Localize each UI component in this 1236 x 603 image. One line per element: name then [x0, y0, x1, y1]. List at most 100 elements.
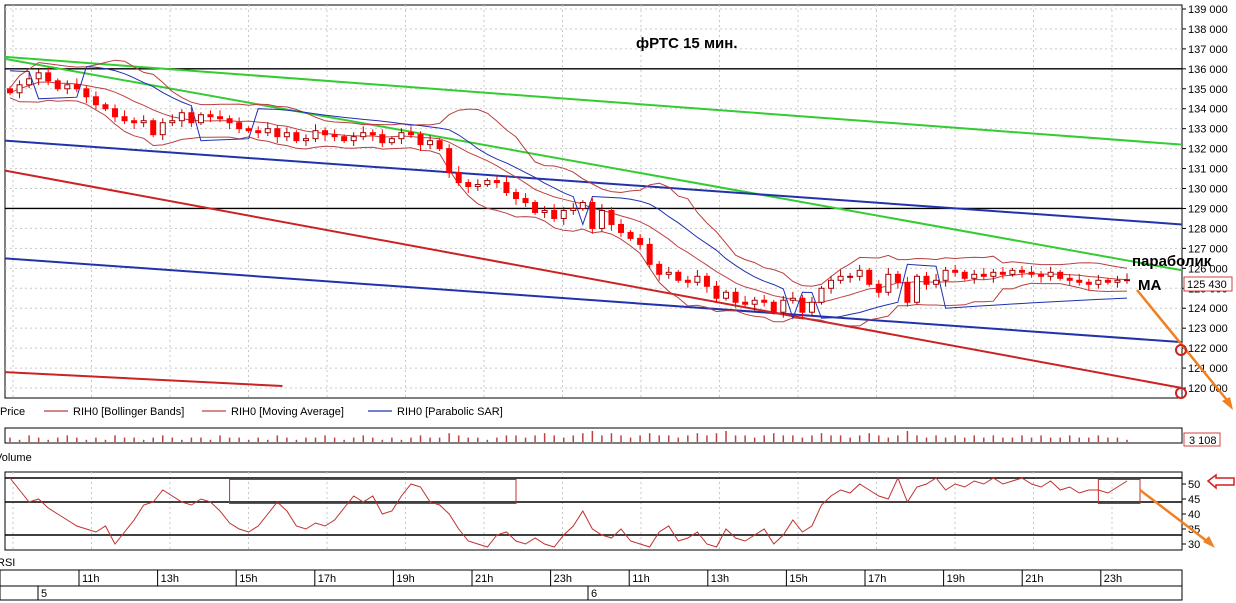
orange-arrowhead-price [1222, 397, 1233, 410]
rsi-panel: 3035404550 RSI [0, 471, 1235, 569]
annotation-parabolik: параболик [1132, 253, 1212, 270]
time-hour-label: 15h [239, 573, 257, 585]
candle-body [1047, 271, 1054, 277]
candle-body [923, 275, 930, 285]
candle-body [302, 138, 309, 142]
candle-body [942, 269, 949, 281]
time-hour-label: 21h [1025, 573, 1043, 585]
candle-body [112, 108, 119, 118]
candle-body [283, 132, 290, 138]
price-y-tick-label: 128 000 [1188, 223, 1228, 235]
candle-body [933, 279, 940, 285]
candle-body [465, 182, 472, 188]
candle-body [952, 269, 959, 273]
candle-body [723, 291, 730, 299]
legend-sar: RIH0 [Parabolic SAR] [397, 406, 503, 418]
candle-body [217, 116, 224, 120]
candle-body [188, 112, 195, 124]
candle-body [455, 172, 462, 184]
candle-body [197, 114, 204, 124]
volume-last-label: 3 108 [1189, 435, 1217, 447]
time-hour-label: 19h [947, 573, 965, 585]
candle-body [484, 180, 491, 186]
price-y-axis: 120 000121 000122 000123 000124 000125 0… [1182, 4, 1228, 395]
candle-body [1018, 269, 1025, 273]
candle-body [150, 120, 157, 136]
candle-body [369, 132, 376, 136]
candle-body [255, 130, 262, 134]
candle-body [1057, 271, 1064, 279]
time-hour-label: 19h [396, 573, 414, 585]
price-y-tick-label: 121 000 [1188, 363, 1228, 375]
legend: Price RIH0 [Bollinger Bands] RIH0 [Movin… [0, 406, 503, 418]
rsi-y-tick-label: 30 [1188, 539, 1200, 551]
candle-body [551, 209, 558, 219]
time-hour-label: 21h [475, 573, 493, 585]
volume-label: Volume [0, 452, 32, 464]
candle-body [522, 198, 529, 203]
candle-body [446, 148, 453, 174]
candle-body [236, 122, 243, 130]
price-y-tick-label: 136 000 [1188, 64, 1228, 76]
price-y-tick-label: 133 000 [1188, 124, 1228, 136]
time-axis: 11h 13h 15h 17h 19h 21h 23h 11h 13h 15h 17h 19h 21h 2… [0, 569, 1183, 601]
candle-body [742, 301, 749, 305]
price-y-tick-label: 137 000 [1188, 44, 1228, 56]
candle-body [64, 84, 71, 90]
candle-body [512, 192, 519, 200]
candle-body [331, 134, 338, 138]
time-day-label: 5 [41, 588, 47, 600]
candle-body [999, 271, 1006, 275]
time-day-label: 6 [591, 588, 597, 600]
candle-body [598, 209, 605, 229]
candle-body [646, 243, 653, 265]
candle-body [656, 263, 663, 275]
candle-body [54, 80, 61, 90]
candle-body [703, 275, 710, 287]
candle-body [990, 271, 997, 277]
candle-body [407, 132, 414, 136]
candle-body [1104, 279, 1111, 283]
left-arrow-icon [1206, 473, 1235, 490]
candle-body [589, 201, 596, 229]
candle-body [761, 299, 768, 303]
candle-body [541, 209, 548, 213]
price-y-tick-label: 122 000 [1188, 343, 1228, 355]
candle-body [1038, 273, 1045, 277]
candle-body [694, 275, 701, 283]
orange-arrowhead-rsi [1203, 536, 1215, 548]
time-hour-label: 23h [554, 573, 572, 585]
candle-body [875, 283, 882, 293]
candle-body [856, 269, 863, 277]
price-plot-frame [4, 4, 1183, 399]
candle-body [350, 136, 357, 142]
price-y-tick-label: 129 000 [1188, 203, 1228, 215]
price-y-tick-label: 124 000 [1188, 303, 1228, 315]
last-price-box: 125 430 [1183, 276, 1233, 292]
candle-body [1009, 269, 1016, 275]
candle-body [474, 184, 481, 188]
candle-body [264, 128, 271, 134]
candle-body [159, 122, 166, 136]
candle-body [1095, 279, 1102, 285]
candle-body [894, 273, 901, 283]
candle-body [828, 279, 835, 289]
candle-body [570, 207, 577, 211]
candle-body [1085, 281, 1092, 285]
candle-body [92, 96, 99, 106]
candle-body [16, 84, 23, 94]
last-price-label: 125 430 [1187, 279, 1227, 291]
candle-body [131, 120, 138, 124]
candle-body [532, 201, 539, 213]
price-y-tick-label: 131 000 [1188, 164, 1228, 176]
rsi-label: RSI [0, 557, 15, 569]
candle-body [388, 138, 395, 144]
candle-body [627, 231, 634, 239]
chart-stage: 120 000121 000122 000123 000124 000125 0… [0, 4, 1235, 601]
candle-body [684, 279, 691, 283]
rsi-y-tick-label: 45 [1188, 494, 1200, 506]
price-y-tick-label: 135 000 [1188, 84, 1228, 96]
candle-body [427, 140, 434, 146]
candle-body [913, 275, 920, 303]
candle-body [780, 299, 787, 313]
